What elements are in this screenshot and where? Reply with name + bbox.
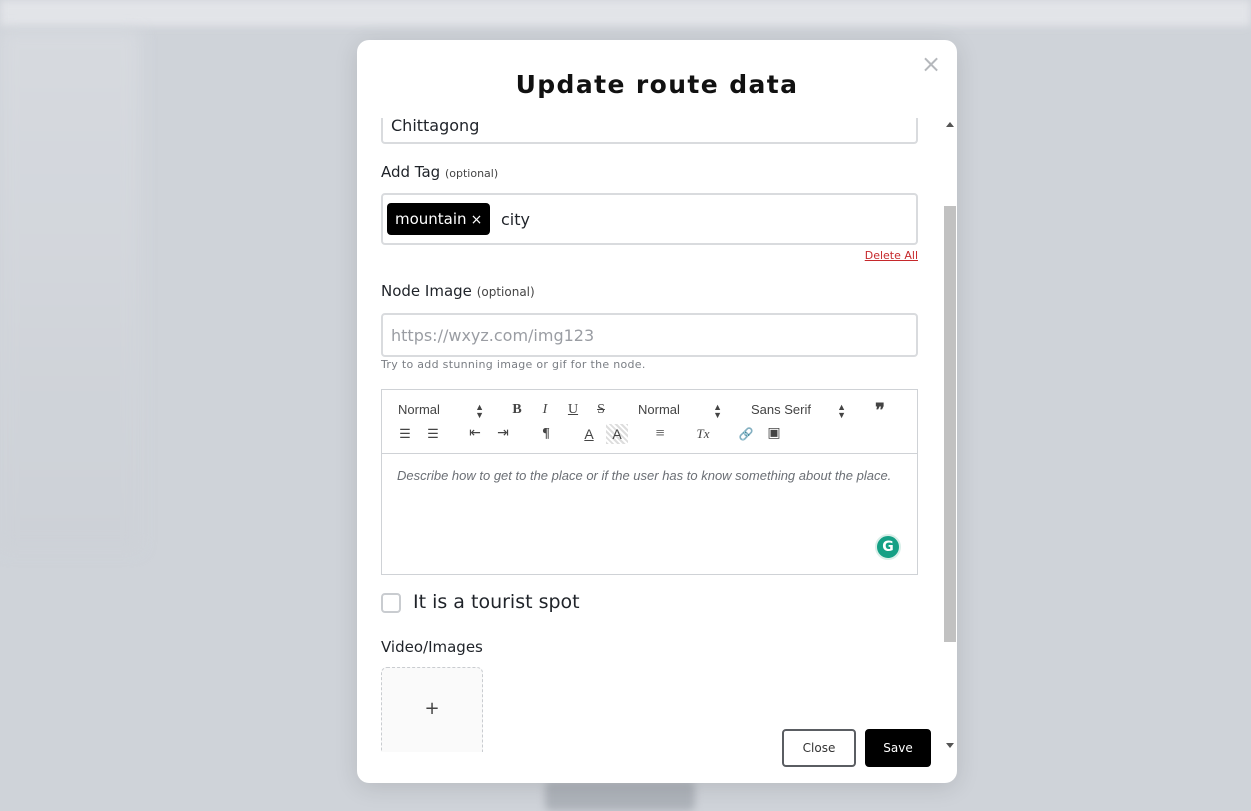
location-input[interactable]	[381, 118, 918, 144]
plus-icon: +	[424, 698, 440, 719]
scrollbar-thumb[interactable]	[944, 206, 956, 642]
size-select[interactable]: Normal ▲ ▼	[638, 402, 722, 420]
save-button[interactable]: Save	[865, 729, 931, 767]
ordered-list-icon[interactable]: ☰	[394, 424, 416, 444]
tag-input[interactable]	[501, 203, 901, 235]
italic-icon[interactable]: I	[534, 400, 556, 420]
tag-remove-icon[interactable]: ×	[471, 212, 483, 228]
header-select[interactable]: Normal ▲ ▼	[398, 402, 484, 420]
close-button[interactable]: Close	[782, 729, 856, 767]
link-icon[interactable]: 🔗	[735, 424, 757, 444]
scroll-up-arrow-icon[interactable]	[946, 122, 954, 127]
update-route-modal: × Update route data Add Tag (optional) m…	[357, 40, 957, 783]
font-select[interactable]: Sans Serif ▲ ▼	[751, 402, 846, 420]
modal-scroll-area: Add Tag (optional) mountain× Delete All …	[357, 118, 943, 752]
modal-scrollbar[interactable]	[943, 118, 957, 752]
align-icon[interactable]: ≡	[649, 424, 671, 444]
tag-input-box[interactable]: mountain ×	[381, 193, 918, 245]
bullet-list-icon[interactable]: ☰	[422, 424, 444, 444]
add-tag-label: Add Tag (optional)	[381, 163, 498, 181]
font-select-value: Sans Serif	[751, 402, 811, 417]
select-arrows-icon: ▲ ▼	[837, 402, 846, 420]
media-upload-button[interactable]: +	[381, 667, 483, 752]
underline-icon[interactable]: U	[562, 400, 584, 420]
node-image-label: Node Image (optional)	[381, 282, 535, 300]
bold-icon[interactable]: B	[506, 400, 528, 420]
video-images-label: Video/Images	[381, 638, 483, 656]
background-header	[0, 0, 1251, 26]
editor-placeholder[interactable]: Describe how to get to the place or if t…	[397, 468, 891, 483]
node-image-label-text: Node Image	[381, 282, 472, 300]
indent-icon[interactable]: ⇥	[492, 424, 514, 444]
strike-icon[interactable]: S	[590, 400, 612, 420]
image-icon[interactable]: ▣	[763, 424, 785, 444]
node-image-hint: Try to add stunning image or gif for the…	[381, 358, 646, 371]
header-select-value: Normal	[398, 402, 440, 417]
scroll-down-arrow-icon[interactable]	[946, 743, 954, 748]
grammarly-icon[interactable]: G	[875, 534, 901, 560]
tag-chip-mountain: mountain ×	[387, 203, 491, 235]
size-select-value: Normal	[638, 402, 680, 417]
clean-format-icon[interactable]: Tx	[692, 424, 714, 444]
text-direction-icon[interactable]: ¶	[535, 424, 557, 444]
select-arrows-icon: ▲ ▼	[713, 402, 722, 420]
outdent-icon[interactable]: ⇤	[464, 424, 486, 444]
background-color-icon[interactable]: A	[606, 424, 628, 444]
tourist-spot-checkbox[interactable]	[381, 593, 401, 613]
modal-title: Update route data	[515, 70, 799, 99]
rich-text-editor: Normal ▲ ▼ B I U S Normal ▲ ▼ Sans Serif ▲…	[381, 389, 918, 575]
background-sidebar	[0, 30, 140, 550]
editor-toolbar: Normal ▲ ▼ B I U S Normal ▲ ▼ Sans Serif ▲…	[382, 390, 917, 454]
delete-all-link[interactable]: Delete All	[865, 249, 918, 262]
add-tag-label-text: Add Tag	[381, 163, 441, 181]
node-image-optional: (optional)	[476, 285, 535, 299]
node-image-input[interactable]	[381, 313, 918, 357]
text-color-icon[interactable]: A	[578, 424, 600, 444]
tag-chip-label: mountain	[395, 210, 467, 228]
tourist-spot-label[interactable]: It is a tourist spot	[413, 591, 580, 613]
background-bottom-element	[545, 781, 695, 811]
blockquote-icon[interactable]: ❞	[869, 400, 891, 420]
add-tag-optional: (optional)	[444, 167, 499, 180]
select-arrows-icon: ▲ ▼	[475, 402, 484, 420]
